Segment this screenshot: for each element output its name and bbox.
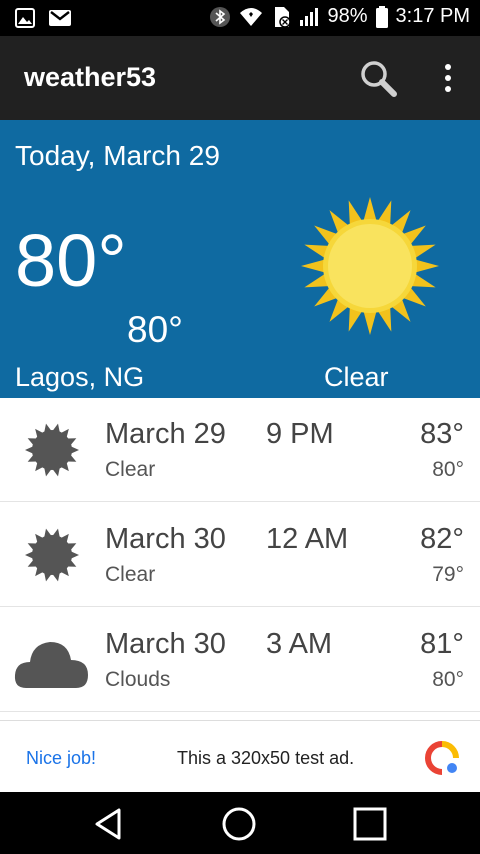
forecast-condition: Clouds [105, 668, 171, 691]
forecast-time: 12 AM [266, 523, 349, 555]
current-weather-panel[interactable]: Today, March 29 80° 80° Lagos, NG Clear [0, 120, 480, 400]
home-icon[interactable] [219, 804, 259, 844]
recents-icon[interactable] [350, 804, 390, 844]
forecast-condition: Clear [105, 563, 156, 586]
forecast-low: 79° [432, 563, 464, 586]
sun-icon [301, 197, 439, 335]
sun-icon [25, 528, 79, 582]
ad-label: Nice job! [26, 748, 97, 768]
cloud-icon [14, 642, 88, 688]
overflow-menu-button[interactable] [436, 58, 460, 98]
forecast-low: 80° [432, 668, 464, 691]
search-button[interactable] [358, 58, 398, 98]
forecast-time: 9 PM [266, 418, 334, 450]
forecast-row[interactable]: March 30 3 AM 81° Clouds 80° [0, 608, 480, 712]
forecast-date: March 30 [105, 628, 226, 660]
signal-icon [300, 7, 319, 26]
current-temperature: 80° [15, 219, 127, 302]
system-nav-bar [0, 792, 480, 854]
app-bar: weather53 [0, 36, 480, 120]
clock: 3:17 PM [395, 5, 470, 27]
back-icon[interactable] [89, 804, 129, 844]
app-title: weather53 [24, 62, 157, 92]
forecast-row[interactable]: March 30 12 AM 82° Clear 79° [0, 503, 480, 607]
battery-icon [375, 5, 388, 28]
ad-logo-icon [425, 741, 459, 775]
ad-text: This a 320x50 test ad. [177, 748, 355, 768]
notification-icons [14, 7, 72, 29]
sim-card-icon [275, 6, 292, 28]
status-bar: 98% 3:17 PM [0, 0, 480, 36]
search-icon [361, 61, 397, 97]
bluetooth-icon [210, 6, 231, 27]
sun-icon [25, 423, 79, 477]
forecast-time: 3 AM [266, 628, 333, 660]
forecast-high: 82° [420, 523, 464, 555]
forecast-low: 80° [432, 458, 464, 481]
current-date: Today, March 29 [15, 140, 220, 171]
forecast-list: March 29 9 PM 83° Clear 80° March 30 12 … [0, 398, 480, 720]
wifi-icon [240, 7, 263, 26]
forecast-condition: Clear [105, 458, 156, 481]
forecast-date: March 30 [105, 523, 226, 555]
forecast-high: 83° [420, 418, 464, 450]
image-notification-icon [15, 8, 35, 28]
forecast-date: March 29 [105, 418, 226, 450]
forecast-row[interactable]: March 29 9 PM 83° Clear 80° [0, 398, 480, 502]
battery-percent: 98% [327, 5, 368, 27]
current-location: Lagos, NG [15, 362, 145, 392]
current-condition: Clear [324, 362, 389, 392]
current-low-temperature: 80° [127, 309, 183, 350]
gmail-notification-icon [49, 10, 71, 26]
ad-banner[interactable]: Nice job! This a 320x50 test ad. [0, 720, 480, 792]
system-status: 98% 3:17 PM [209, 5, 470, 28]
more-vert-icon [445, 64, 451, 92]
forecast-high: 81° [420, 628, 464, 660]
